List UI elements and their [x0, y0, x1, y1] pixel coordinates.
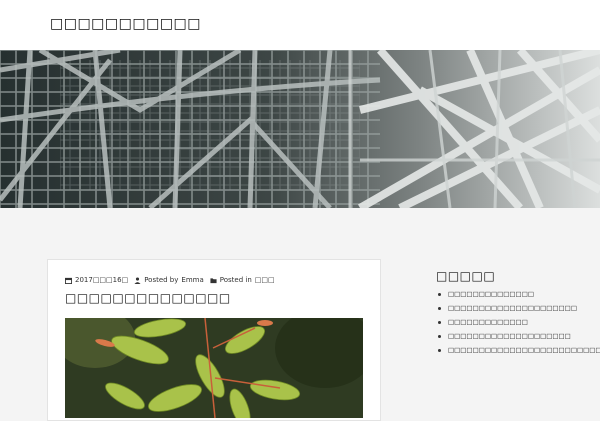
site-title[interactable]: □□□□□□□□□□□: [50, 16, 201, 32]
post-category: Posted in □□□: [210, 276, 275, 284]
recent-posts-list: □□□□□□□□□□□□□□ □□□□□□□□□□□□□□□□□□□□□ □□□…: [436, 287, 600, 357]
list-item: □□□□□□□□□□□□□: [436, 315, 600, 329]
category-link[interactable]: □□□: [255, 276, 275, 284]
recent-post-link[interactable]: □□□□□□□□□□□□□□: [448, 290, 534, 298]
list-item: □□□□□□□□□□□□□□□□□□□□□□□□□: [436, 343, 600, 357]
post-title[interactable]: □□□□□□□□□□□□□□: [65, 291, 231, 305]
author-link[interactable]: Emma: [181, 276, 203, 284]
site-header: □□□□□□□□□□□: [0, 0, 600, 50]
bullet-icon: [438, 306, 441, 310]
bullet-icon: [438, 348, 441, 352]
leaves-image: [65, 318, 363, 418]
steel-structure-image: [0, 50, 600, 208]
post-meta: 2017□□□16□ Posted by Emma Posted in □□□: [65, 276, 275, 284]
calendar-icon: [65, 277, 72, 284]
recent-post-link[interactable]: □□□□□□□□□□□□□□□□□□□□: [448, 332, 571, 340]
bullet-icon: [438, 292, 441, 296]
bullet-icon: [438, 320, 441, 324]
recent-post-link[interactable]: □□□□□□□□□□□□□□□□□□□□□: [448, 304, 577, 312]
post-date[interactable]: 2017□□□16□: [65, 276, 128, 284]
recent-post-link[interactable]: □□□□□□□□□□□□□: [448, 318, 528, 326]
category-label: Posted in: [219, 276, 252, 284]
user-icon: [134, 276, 141, 284]
post-thumbnail[interactable]: [65, 318, 363, 418]
bullet-icon: [438, 334, 441, 338]
list-item: □□□□□□□□□□□□□□: [436, 287, 600, 301]
post-date-text: 2017□□□16□: [75, 276, 129, 284]
post-author: Posted by Emma: [134, 276, 204, 284]
recent-post-link[interactable]: □□□□□□□□□□□□□□□□□□□□□□□□□: [448, 346, 600, 354]
list-item: □□□□□□□□□□□□□□□□□□□□□: [436, 301, 600, 315]
header-image: [0, 50, 600, 208]
author-label: Posted by: [144, 276, 179, 284]
post-card: 2017□□□16□ Posted by Emma Posted in □□□ □□…: [47, 259, 381, 421]
folder-icon: [210, 277, 217, 283]
list-item: □□□□□□□□□□□□□□□□□□□□: [436, 329, 600, 343]
recent-posts-title: □□□□□: [436, 268, 496, 283]
